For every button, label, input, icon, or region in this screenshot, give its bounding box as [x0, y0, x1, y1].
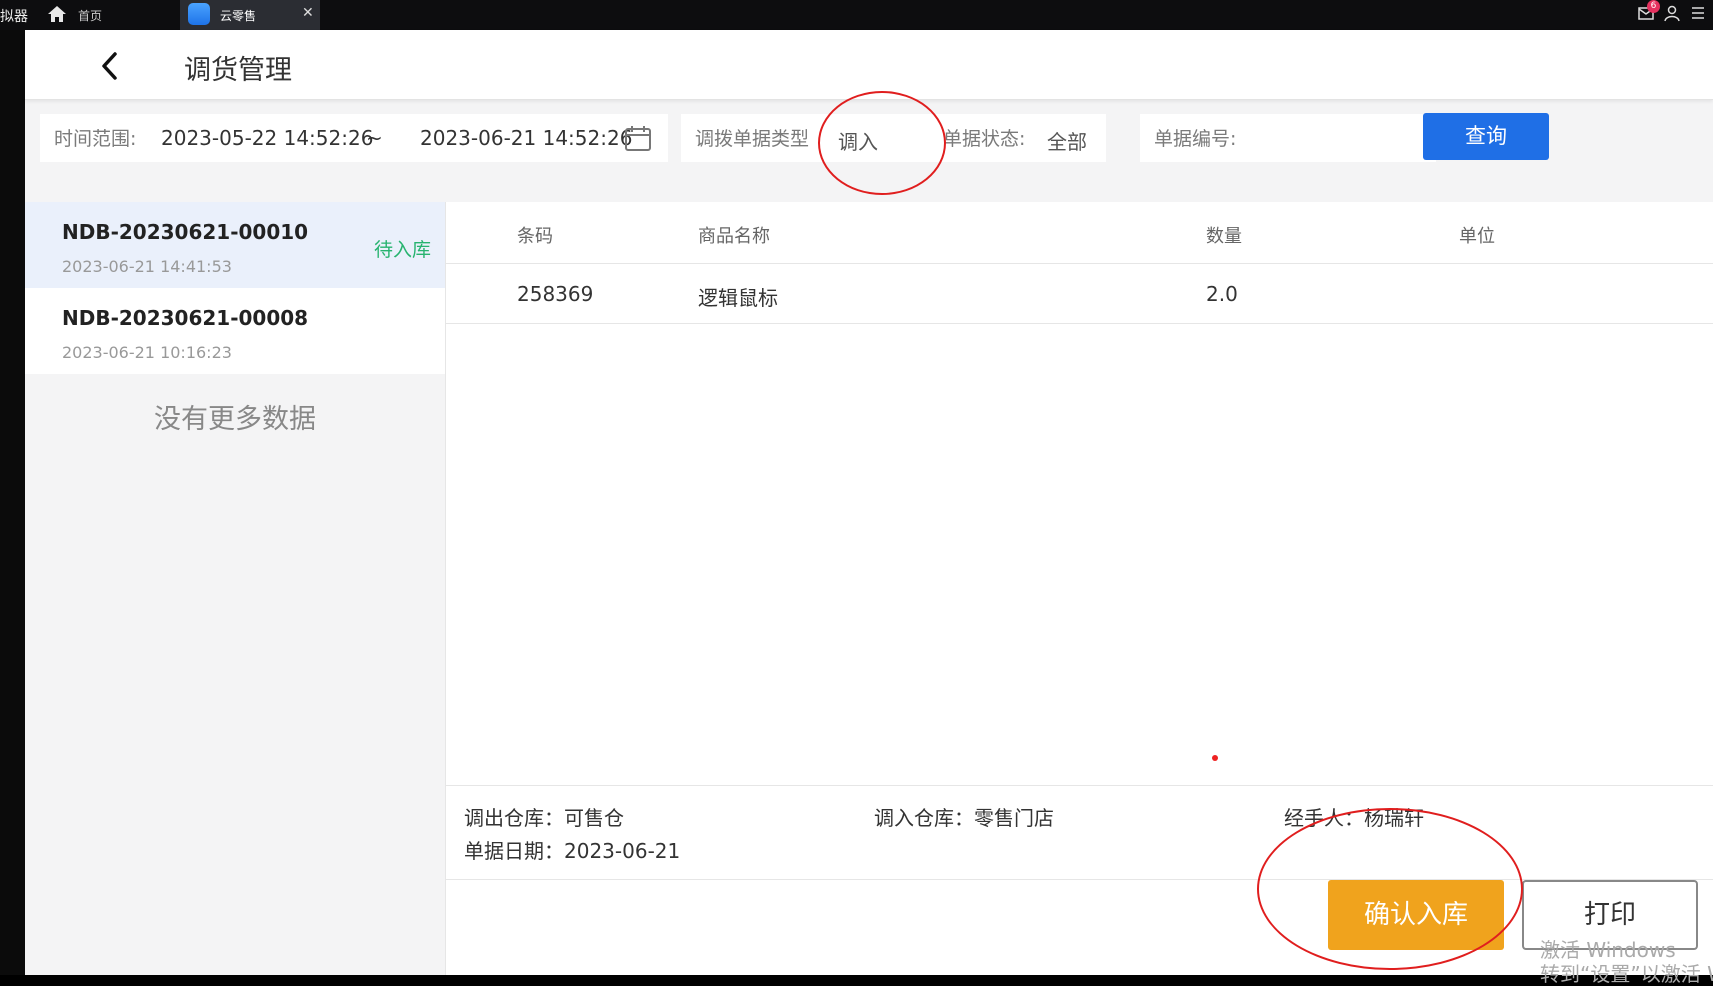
- doc-number: NDB-20230621-00008: [62, 306, 309, 330]
- doc-datetime: 2023-06-21 14:41:53: [62, 257, 232, 276]
- user-icon[interactable]: [1663, 4, 1681, 22]
- home-tab-label[interactable]: 首页: [78, 7, 102, 24]
- mail-icon[interactable]: 6: [1637, 0, 1660, 22]
- table-row[interactable]: 258369 逻辑鼠标 2.0: [446, 264, 1713, 324]
- red-marker-dot: [1212, 755, 1218, 761]
- col-product-name: 商品名称: [698, 226, 770, 247]
- end-time-value[interactable]: 2023-06-21 14:52:26: [420, 126, 632, 150]
- cell-barcode: 258369: [517, 282, 594, 306]
- transfer-doc-list: NDB-20230621-00010 2023-06-21 14:41:53 待…: [25, 202, 445, 975]
- doc-number-field[interactable]: 单据编号:: [1140, 114, 1436, 162]
- list-item[interactable]: NDB-20230621-00010 2023-06-21 14:41:53 待…: [25, 202, 445, 288]
- tab-cloud-retail[interactable]: 云零售 ✕: [180, 0, 320, 30]
- doc-datetime: 2023-06-21 10:16:23: [62, 343, 232, 362]
- page-header: 调货管理: [25, 30, 1713, 100]
- cloud-retail-app-icon: [188, 3, 210, 25]
- range-tilde: ~: [366, 126, 383, 150]
- doc-date: 单据日期：2023-06-21: [464, 839, 681, 863]
- close-icon[interactable]: ✕: [302, 5, 314, 21]
- table-header: 条码 商品名称 数量 单位: [446, 202, 1713, 264]
- transfer-detail-panel: 条码 商品名称 数量 单位 258369 逻辑鼠标 2.0 调出仓库：可售仓 调…: [445, 202, 1713, 975]
- col-quantity: 数量: [1206, 226, 1242, 247]
- back-arrow-icon[interactable]: [93, 48, 129, 84]
- cell-product-name: 逻辑鼠标: [698, 286, 778, 310]
- time-range-field[interactable]: 时间范围: 2023-05-22 14:52:26 ~ 2023-06-21 1…: [40, 114, 668, 162]
- doc-status-select[interactable]: 全部: [1047, 126, 1087, 155]
- watermark-line2: 转到“设置”以激活 Windo: [1540, 962, 1713, 986]
- doc-number-label: 单据编号:: [1154, 128, 1237, 150]
- menu-icon[interactable]: [1689, 4, 1707, 22]
- topbar-right-icons: 6: [1637, 0, 1707, 22]
- notification-badge: 6: [1647, 0, 1660, 13]
- cell-quantity: 2.0: [1206, 282, 1238, 306]
- page-title: 调货管理: [184, 55, 292, 86]
- doc-number: NDB-20230621-00010: [62, 220, 309, 244]
- in-warehouse: 调入仓库：零售门店: [874, 806, 1054, 830]
- no-more-data: 没有更多数据: [154, 404, 316, 435]
- out-warehouse: 调出仓库：可售仓: [464, 806, 624, 830]
- left-margin: [0, 30, 25, 975]
- doc-type-label: 调拨单据类型: [695, 128, 810, 150]
- time-range-label: 时间范围:: [54, 128, 137, 150]
- annotation-circle-doc-type: [818, 91, 946, 195]
- doc-info-bar: 调出仓库：可售仓 调入仓库：零售门店 经手人：杨瑞轩 单据日期：2023-06-…: [446, 785, 1713, 880]
- home-icon[interactable]: [46, 3, 68, 25]
- emulator-label: 拟器: [0, 9, 28, 25]
- query-button[interactable]: 查询: [1423, 113, 1549, 160]
- start-time-value[interactable]: 2023-05-22 14:52:26: [161, 126, 373, 150]
- watermark-line1: 激活 Windows: [1540, 938, 1676, 962]
- emulator-topbar: 拟器 首页 云零售 ✕ 6: [0, 0, 1713, 30]
- col-unit: 单位: [1459, 226, 1495, 247]
- list-item[interactable]: NDB-20230621-00008 2023-06-21 10:16:23: [25, 288, 445, 374]
- annotation-circle-confirm: [1257, 808, 1523, 970]
- status-badge: 待入库: [373, 239, 431, 261]
- doc-status-label: 单据状态:: [943, 128, 1026, 150]
- calendar-icon[interactable]: [623, 123, 653, 153]
- tab-label: 云零售: [220, 9, 257, 23]
- col-barcode: 条码: [517, 226, 553, 247]
- windows-activation-watermark: 激活 Windows 转到“设置”以激活 Windo: [1540, 938, 1713, 986]
